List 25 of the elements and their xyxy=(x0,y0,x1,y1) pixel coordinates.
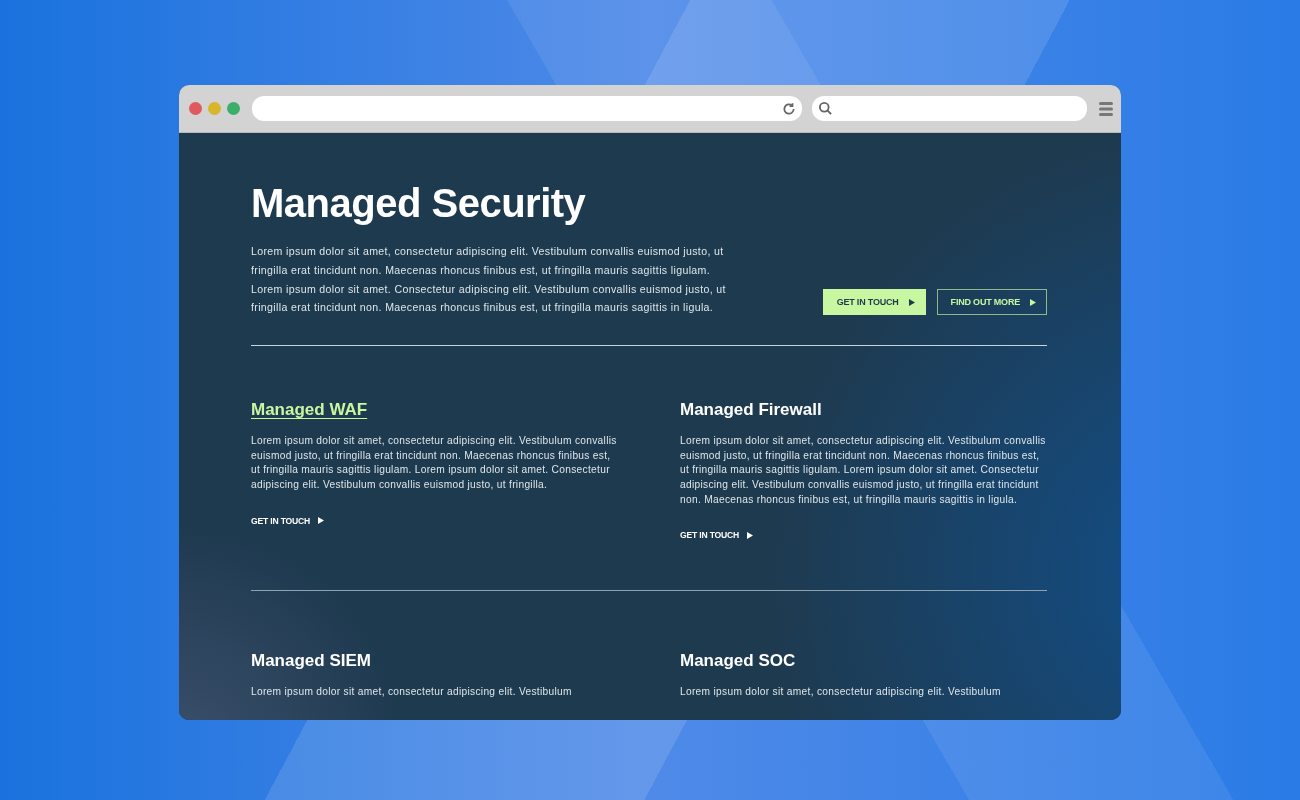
service-description: Lorem ipsum dolor sit amet, consectetur adipiscing elit. Vestibulum xyxy=(251,685,573,700)
service-title[interactable]: Managed Firewall xyxy=(680,400,1047,421)
play-icon xyxy=(908,298,915,306)
contact-link[interactable]: GET IN TOUCH xyxy=(680,530,754,541)
service-description: Lorem ipsum dolor sit amet, consectetur adipiscing elit. Vestibulum convallis euismod justo, ut fringilla erat tincidunt non. Maecenas rhoncus finibus est, ut fringilla mauris sagittis ligulam. Lorem ipsum dolor sit amet. Consectetur adipiscing elit. Vestibulum convallis euismod justo, ut fringilla erat tincidunt non. Maecenas rhoncus finibus est, ut fringilla mauris sagittis in ligula. xyxy=(680,434,1047,507)
service-title[interactable]: Managed WAF xyxy=(251,400,618,421)
search-field[interactable] xyxy=(812,96,1087,121)
contact-link[interactable]: GET IN TOUCH xyxy=(251,515,325,526)
service-title[interactable]: Managed SOC xyxy=(680,651,1047,672)
close-button[interactable] xyxy=(189,102,202,115)
maximize-button[interactable] xyxy=(227,102,240,115)
contact-button[interactable]: GET IN TOUCH xyxy=(822,289,926,316)
service-title[interactable]: Managed SIEM xyxy=(251,651,618,672)
service-description: Lorem ipsum dolor sit amet, consectetur adipiscing elit. Vestibulum convallis euismod justo, ut fringilla erat tincidunt non. Maecenas rhoncus finibus est, ut fringilla mauris sagittis ligulam. Lorem ipsum dolor sit amet. Consectetur adipiscing elit. Vestibulum convallis euismod justo, ut fringilla. xyxy=(251,434,618,492)
minimize-button[interactable] xyxy=(208,102,221,115)
service-description: Lorem ipsum dolor sit amet, consectetur adipiscing elit. Vestibulum xyxy=(680,685,1002,700)
reload-icon[interactable] xyxy=(782,101,796,116)
page-title: Managed Security xyxy=(251,181,587,226)
intro-paragraph: Lorem ipsum dolor sit amet, consectetur adipiscing elit. Vestibulum convallis euismod justo, ut fringilla erat tincidunt non. Maecenas rhoncus finibus est, ut fringilla mauris sagittis ligulam. Lorem ipsum dolor sit amet. Consectetur adipiscing elit. Vestibulum convallis euismod justo, ut fringilla erat tincidunt non. Maecenas rhoncus finibus est, ut fringilla mauris sagittis in ligula. xyxy=(251,244,727,316)
play-icon xyxy=(747,531,754,539)
menu-icon[interactable] xyxy=(1099,100,1113,117)
play-icon xyxy=(1030,298,1036,306)
search-icon xyxy=(818,101,833,116)
more-button[interactable]: FIND OUT MORE xyxy=(936,289,1047,316)
play-icon xyxy=(318,517,325,525)
